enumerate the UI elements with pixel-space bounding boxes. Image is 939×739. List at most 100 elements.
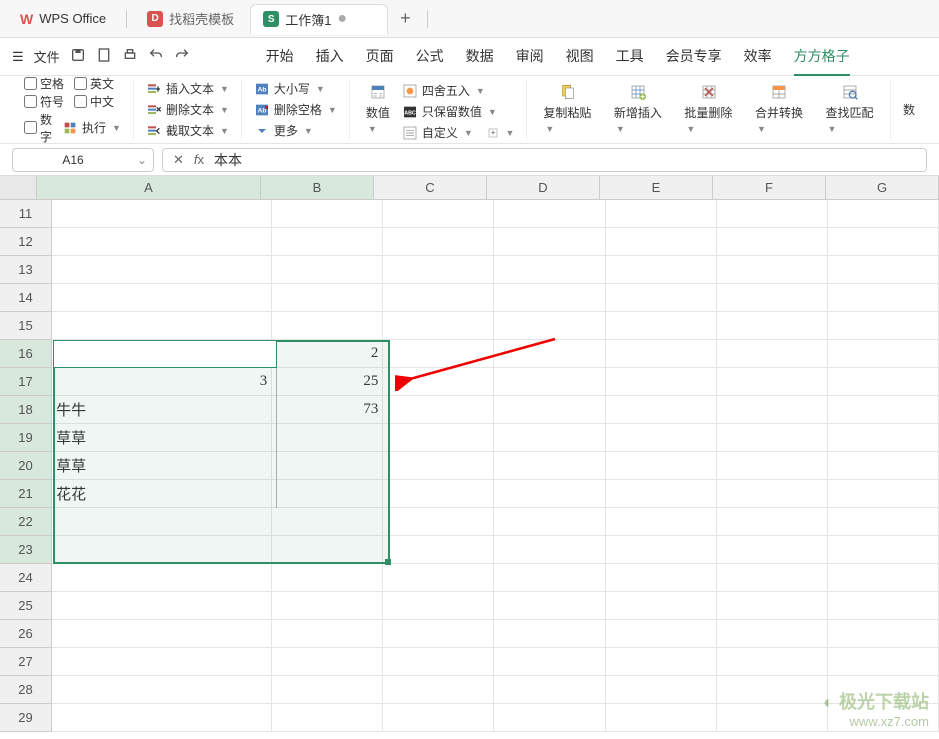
cell[interactable] [383, 648, 494, 676]
row-header[interactable]: 25 [0, 592, 52, 620]
row-header[interactable]: 16 [0, 340, 52, 368]
cell[interactable] [606, 620, 717, 648]
home-tab[interactable]: W WPS Office [8, 4, 118, 34]
row-header[interactable]: 14 [0, 284, 52, 312]
row-header[interactable]: 27 [0, 648, 52, 676]
find-match-button[interactable]: 查找匹配▼ [821, 82, 878, 137]
row-header[interactable]: 11 [0, 200, 52, 228]
cell-reference-input[interactable]: A16 ⌄ [12, 148, 154, 172]
cell[interactable]: 花花 [52, 480, 272, 508]
cell[interactable] [272, 676, 383, 704]
fx-icon[interactable]: fx [194, 152, 204, 167]
cell[interactable] [272, 312, 383, 340]
cell[interactable] [52, 564, 272, 592]
row-header[interactable]: 29 [0, 704, 52, 732]
cell[interactable] [828, 256, 939, 284]
cell[interactable] [606, 424, 717, 452]
cell[interactable] [717, 508, 828, 536]
cell[interactable] [272, 284, 383, 312]
cell[interactable] [272, 508, 383, 536]
cell[interactable] [828, 340, 939, 368]
column-header-E[interactable]: E [600, 176, 713, 199]
column-header-B[interactable]: B [261, 176, 374, 199]
cell[interactable] [828, 564, 939, 592]
cell[interactable] [52, 648, 272, 676]
cell[interactable]: 25 [272, 368, 383, 396]
tab-templates[interactable]: D 找稻壳模板 [135, 4, 246, 34]
cell[interactable]: 草草 [52, 424, 272, 452]
cell[interactable] [606, 340, 717, 368]
round-button[interactable]: 四舍五入▼ [402, 82, 515, 99]
cell[interactable] [383, 676, 494, 704]
spreadsheet-grid[interactable]: ABCDEFG 111213141516本本21732518牛牛7319草草20… [0, 176, 939, 739]
row-header[interactable]: 23 [0, 536, 52, 564]
column-header-A[interactable]: A [37, 176, 261, 199]
check-chinese[interactable]: 中文 [74, 93, 114, 110]
check-english[interactable]: 英文 [74, 75, 114, 92]
cell[interactable] [494, 564, 605, 592]
row-header[interactable]: 26 [0, 620, 52, 648]
cell[interactable] [828, 452, 939, 480]
cell[interactable] [828, 424, 939, 452]
cell[interactable] [717, 592, 828, 620]
tab-member[interactable]: 会员专享 [666, 38, 722, 76]
cell[interactable] [383, 396, 494, 424]
case-button[interactable]: Ab大小写▼ [254, 80, 337, 97]
cell[interactable] [494, 452, 605, 480]
cell[interactable]: 牛牛 [52, 396, 272, 424]
cell[interactable]: 2 [272, 340, 383, 368]
cell[interactable] [828, 592, 939, 620]
cell[interactable] [494, 480, 605, 508]
row-header[interactable]: 28 [0, 676, 52, 704]
cell[interactable] [717, 704, 828, 732]
cell[interactable] [717, 228, 828, 256]
tab-insert[interactable]: 插入 [316, 38, 344, 76]
cell[interactable] [272, 648, 383, 676]
cell[interactable] [717, 312, 828, 340]
cell[interactable] [606, 564, 717, 592]
cell[interactable] [494, 228, 605, 256]
cell[interactable] [52, 704, 272, 732]
batch-delete-button[interactable]: 批量删除▼ [680, 82, 737, 137]
cell[interactable] [52, 592, 272, 620]
cell[interactable] [606, 396, 717, 424]
cell[interactable] [383, 536, 494, 564]
row-header[interactable]: 21 [0, 480, 52, 508]
delete-text-button[interactable]: 删除文本▼ [146, 101, 229, 118]
print-preview-icon[interactable] [96, 47, 112, 66]
row-header[interactable]: 18 [0, 396, 52, 424]
column-header-C[interactable]: C [374, 176, 487, 199]
hamburger-icon[interactable]: ☰ [12, 49, 24, 65]
cell[interactable] [717, 564, 828, 592]
cell[interactable] [52, 312, 272, 340]
cell[interactable] [272, 564, 383, 592]
cell[interactable] [494, 284, 605, 312]
tab-start[interactable]: 开始 [266, 38, 294, 76]
cell[interactable] [494, 704, 605, 732]
tab-review[interactable]: 审阅 [516, 38, 544, 76]
cell[interactable] [606, 228, 717, 256]
more-button[interactable]: 更多▼ [254, 122, 337, 139]
cell[interactable] [494, 396, 605, 424]
delete-space-button[interactable]: Ab删除空格▼ [254, 101, 337, 118]
cell[interactable] [717, 452, 828, 480]
cell[interactable] [52, 620, 272, 648]
cell[interactable] [383, 228, 494, 256]
row-header[interactable]: 22 [0, 508, 52, 536]
cell[interactable] [606, 452, 717, 480]
cell[interactable] [272, 228, 383, 256]
cell[interactable] [52, 284, 272, 312]
cell[interactable] [828, 200, 939, 228]
cell[interactable] [383, 620, 494, 648]
tab-workbook[interactable]: S 工作簿1 ● [250, 4, 388, 34]
cell[interactable] [272, 424, 383, 452]
cell[interactable] [383, 704, 494, 732]
tab-tools[interactable]: 工具 [616, 38, 644, 76]
cell[interactable] [494, 200, 605, 228]
cell[interactable] [828, 396, 939, 424]
cell[interactable] [383, 592, 494, 620]
cell[interactable] [606, 508, 717, 536]
cell[interactable]: 73 [272, 396, 383, 424]
tab-formula[interactable]: 公式 [416, 38, 444, 76]
row-header[interactable]: 17 [0, 368, 52, 396]
